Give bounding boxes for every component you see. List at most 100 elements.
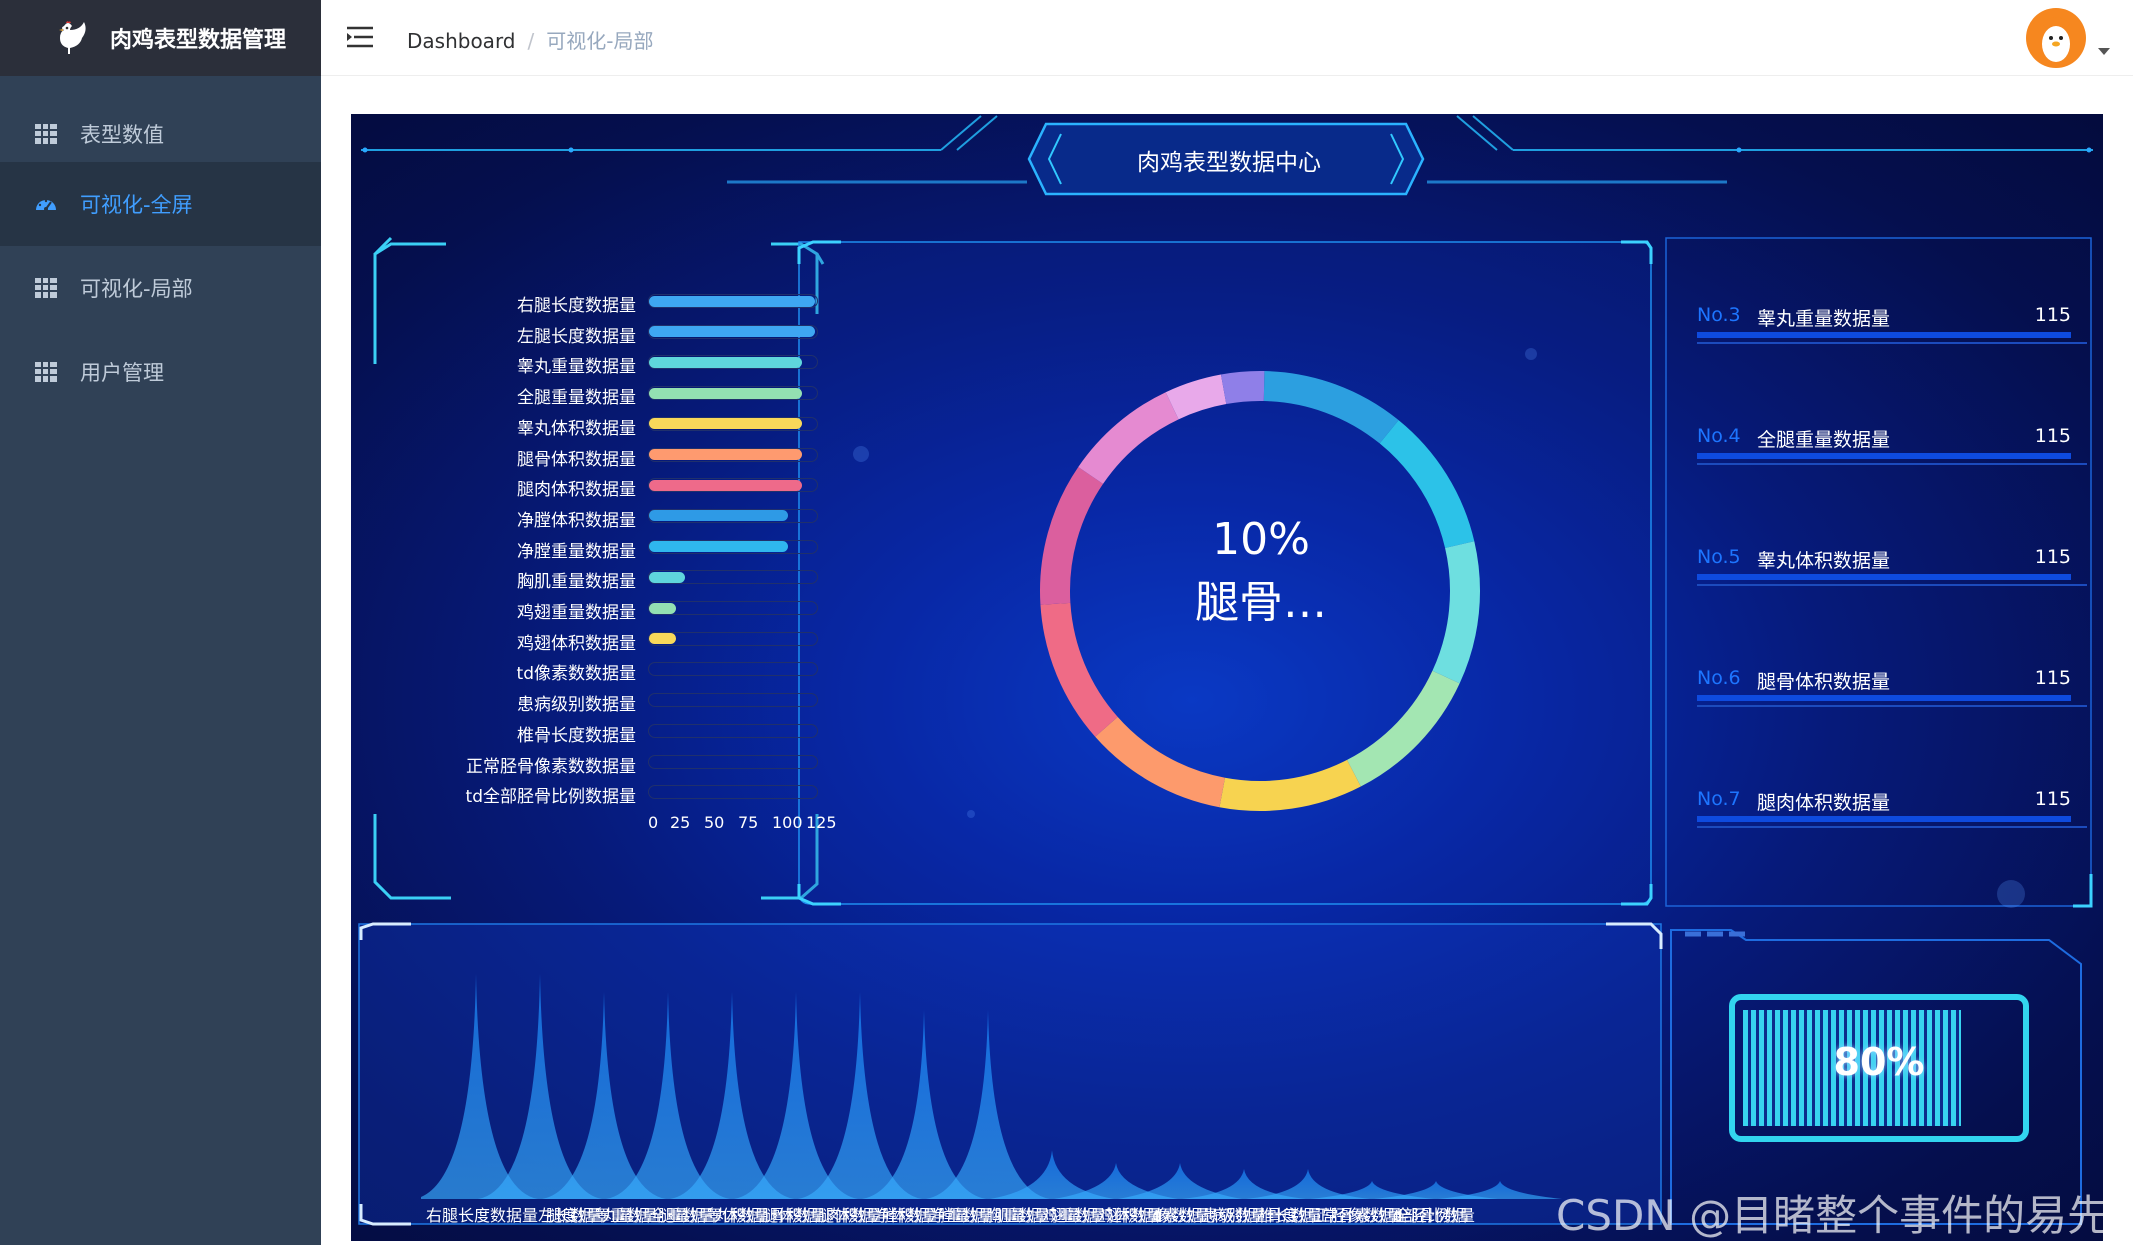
dashboard-title: 肉鸡表型数据中心 (1137, 150, 1321, 176)
bar-label: 净膛体积数据量 (517, 510, 636, 531)
bar[interactable] (649, 479, 802, 491)
donut-center-label: 腿骨… (1195, 577, 1327, 628)
rank-bar (1697, 574, 2071, 580)
donut-slice[interactable] (1040, 467, 1104, 605)
x-tick-label: 0 (648, 813, 659, 832)
bar-track (648, 693, 818, 708)
bar[interactable] (649, 633, 676, 645)
bar[interactable] (649, 510, 789, 522)
rank-name: 睾丸重量数据量 (1757, 308, 1891, 330)
rank-value: 115 (2034, 667, 2071, 689)
rank-bar-underline (1697, 463, 2087, 465)
rank-bar-underline (1697, 584, 2087, 586)
ranking-item[interactable]: No.7 腿肉体积数据量 115 (1681, 788, 2091, 848)
donut-slice[interactable] (1220, 371, 1265, 405)
rank-bar (1697, 332, 2071, 338)
rank-name: 腿骨体积数据量 (1757, 671, 1891, 693)
bar[interactable] (649, 387, 802, 399)
rank-number: No.7 (1697, 788, 1741, 810)
bar[interactable] (649, 602, 676, 614)
user-avatar-icon (2041, 17, 2071, 62)
donut-slice[interactable] (1095, 716, 1225, 808)
x-tick-label: 50 (704, 813, 725, 832)
x-tick-label: 75 (738, 813, 759, 832)
bar-label: 椎骨长度数据量 (517, 725, 636, 746)
bar-label: 胸肌重量数据量 (517, 572, 636, 593)
bar[interactable] (649, 449, 802, 460)
bar-label: 睾丸重量数据量 (517, 357, 636, 378)
bar-track (648, 785, 818, 800)
spike-x-label-first: 右腿长度数据量 (426, 1206, 539, 1224)
rank-value: 115 (2034, 546, 2071, 568)
rank-name: 全腿重量数据量 (1757, 429, 1891, 451)
bar-label: 睾丸体积数据量 (517, 418, 636, 439)
bar-label: 正常胫骨像素数数据量 (466, 756, 636, 777)
ranking-item[interactable]: No.5 睾丸体积数据量 115 (1681, 546, 2091, 606)
x-tick-label: 100 (772, 813, 803, 832)
rank-bar-underline (1697, 705, 2087, 707)
donut-slice[interactable] (1432, 541, 1480, 684)
sidebar-item-visual-partial[interactable]: 可视化-局部 (0, 246, 321, 330)
rank-number: No.3 (1697, 304, 1741, 326)
chicken-logo-icon (59, 21, 86, 54)
battery-percent: 80% (1833, 1040, 1925, 1084)
bar[interactable] (649, 356, 802, 368)
data-screen: 肉鸡表型数据中心 右腿长度数据量 左腿长度数据量 睾丸重量数据量 全腿重量数据量 睾丸体… (351, 114, 2103, 1241)
bar[interactable] (649, 571, 685, 583)
donut-slice[interactable] (1379, 420, 1475, 549)
donut-slice[interactable] (1078, 392, 1179, 484)
top-navbar: Dashboard / 可视化-局部 (321, 0, 2133, 76)
spike-chart-x-axis: 右腿长度数据量左腿长度数据量睾丸重量数据量全腿重量数据量睾丸体积数据量腿骨体积数… (426, 1202, 1661, 1224)
donut-slice[interactable] (1219, 759, 1361, 811)
bar-label: 患病级别数据量 (517, 695, 636, 716)
chevron-down-icon[interactable] (2098, 48, 2110, 55)
bar[interactable] (649, 541, 789, 553)
donut-slice[interactable] (1040, 602, 1118, 737)
menu-fold-icon[interactable] (347, 26, 373, 48)
x-tick-label: 125 (806, 813, 837, 832)
rank-bar (1697, 695, 2071, 701)
sidebar-item-visual-fullscreen[interactable]: 可视化-全屏 (0, 162, 321, 246)
breadcrumb-separator: / (527, 29, 535, 53)
rank-number: No.6 (1697, 667, 1741, 689)
rank-name: 腿肉体积数据量 (1757, 792, 1891, 814)
bar-label: 鸡翅体积数据量 (517, 633, 636, 654)
ranking-item[interactable]: No.4 全腿重量数据量 115 (1681, 425, 2091, 485)
bar-label: 左腿长度数据量 (517, 326, 636, 347)
horizontal-bar-chart: 右腿长度数据量 左腿长度数据量 睾丸重量数据量 全腿重量数据量 睾丸体积数据量 腿骨体积数… (411, 291, 837, 851)
bar-track (648, 754, 818, 769)
avatar[interactable] (2026, 8, 2086, 68)
bar[interactable] (649, 418, 802, 430)
bar-label: td像素数数据量 (516, 664, 636, 685)
rank-number: No.4 (1697, 425, 1741, 447)
bar-label: 全腿重量数据量 (517, 388, 636, 409)
rank-value: 115 (2034, 788, 2071, 810)
bar-label: 腿肉体积数据量 (517, 480, 636, 501)
sidebar-item-user-management[interactable]: 用户管理 (0, 330, 321, 414)
app-logo[interactable]: 肉鸡表型数据管理 (0, 0, 321, 76)
bar[interactable] (649, 326, 815, 338)
ranking-item[interactable]: No.3 睾丸重量数据量 115 (1681, 304, 2091, 364)
breadcrumb-current: 可视化-局部 (546, 29, 654, 53)
ranking-item[interactable]: No.6 腿骨体积数据量 115 (1681, 667, 2091, 727)
breadcrumb-dashboard[interactable]: Dashboard (407, 29, 516, 53)
rank-bar (1697, 816, 2071, 822)
table-icon (35, 362, 57, 382)
bar-track (648, 662, 818, 677)
rank-bar-underline (1697, 342, 2087, 344)
bar[interactable] (649, 295, 815, 307)
rank-value: 115 (2034, 304, 2071, 326)
table-icon (35, 124, 57, 144)
sidebar-item-label: 可视化-局部 (80, 277, 193, 301)
sidebar-item-label: 可视化-全屏 (80, 193, 193, 217)
rank-name: 睾丸体积数据量 (1757, 550, 1891, 572)
bar-label: 右腿长度数据量 (517, 296, 636, 316)
donut-slice[interactable] (1263, 371, 1399, 444)
sidebar: 肉鸡表型数据管理 表型数值 可视化-全屏 可视化-局部 用户管理 (0, 0, 321, 1245)
donut-center-percent: 10% (1212, 514, 1310, 565)
csdn-watermark: CSDN @目睹整个事件的易先生 (1556, 1191, 2103, 1240)
bar-label: 腿骨体积数据量 (517, 449, 636, 470)
donut-slice[interactable] (1347, 670, 1460, 787)
x-tick-label: 25 (670, 813, 691, 832)
dashboard-gauge-icon (36, 199, 56, 211)
